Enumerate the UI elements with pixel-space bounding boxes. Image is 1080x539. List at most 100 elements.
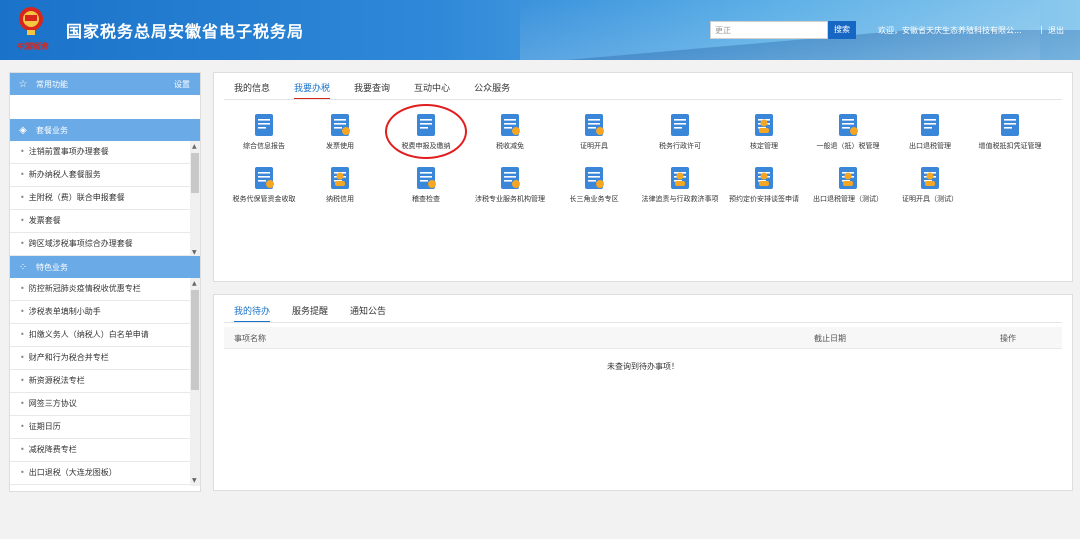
function-assessment[interactable]: 核定管理 xyxy=(724,113,804,152)
sidebar-item[interactable]: • 网签三方协议 xyxy=(10,393,200,416)
function-fund-custody[interactable]: 税务代保管资金收取 xyxy=(224,166,304,205)
tax-credit-icon xyxy=(328,166,352,190)
tab-notices[interactable]: 通知公告 xyxy=(350,304,386,323)
scroll-thumb[interactable] xyxy=(191,290,199,390)
function-pricing-arrangement[interactable]: 预约定价安排谈签申请 xyxy=(724,166,804,205)
package-scrollbar[interactable]: ▲ ▼ xyxy=(190,141,200,258)
function-label: 法律追责与行政救济事项 xyxy=(641,195,719,203)
common-functions-header[interactable]: ☆ 常用功能 设置 xyxy=(10,73,200,95)
sidebar-item-label: 发票套餐 xyxy=(28,216,61,225)
function-admin-permit[interactable]: 税务行政许可 xyxy=(640,113,720,152)
bullet-icon: • xyxy=(20,445,25,454)
function-yangtze-delta[interactable]: 长三角业务专区 xyxy=(554,166,634,205)
tab-public-service[interactable]: 公众服务 xyxy=(474,81,510,100)
function-audit-inspection[interactable]: 稽查检查 xyxy=(386,166,466,205)
sidebar-item[interactable]: • 扣缴义务人（纳税人）白名单申请 xyxy=(10,324,200,347)
top-banner: 中国税务 国家税务总局安徽省电子税务局 更正 搜索 欢迎，安徽省天庆生态养殖科技… xyxy=(0,0,1080,60)
function-label: 一般退（抵）税管理 xyxy=(816,142,880,150)
tab-my-todo[interactable]: 我的待办 xyxy=(234,304,271,323)
function-label: 发票使用 xyxy=(326,142,354,150)
sidebar-item-label: 主附税（费）联合申报套餐 xyxy=(28,193,125,202)
function-label: 核定管理 xyxy=(750,142,778,150)
function-export-refund[interactable]: 出口退税管理 xyxy=(890,113,970,152)
sidebar-item[interactable]: • 新办纳税人套餐服务 xyxy=(10,164,200,187)
sidebar: ☆ 常用功能 设置 ◈ 套餐业务 • 注销前置事项办理套餐 • 新办纳税人套餐服务 … xyxy=(9,72,201,492)
function-comprehensive-report[interactable]: 综合信息报告 xyxy=(224,113,304,152)
package-header[interactable]: ◈ 套餐业务 xyxy=(10,119,200,141)
logo-text: 中国税务 xyxy=(16,41,48,51)
certificate-test-icon xyxy=(918,166,942,190)
column-deadline: 截止日期 xyxy=(814,334,846,343)
common-functions-title: 常用功能 xyxy=(36,79,68,89)
function-label: 稽查检查 xyxy=(412,195,440,203)
bullet-icon: • xyxy=(20,147,25,156)
sidebar-item-label: 涉税表单填制小助手 xyxy=(28,307,101,316)
logout-link[interactable]: 退出 xyxy=(1048,25,1064,36)
function-certificate-test[interactable]: 证明开具（测试） xyxy=(890,166,970,205)
comprehensive-report-icon xyxy=(252,113,276,137)
sidebar-item[interactable]: • 主附税（费）联合申报套餐 xyxy=(10,187,200,210)
function-label: 税务行政许可 xyxy=(659,142,701,150)
sidebar-item[interactable]: • 出口退税（大连龙图板） xyxy=(10,462,200,485)
special-list: • 防控新冠肺炎疫情税收优惠专栏 • 涉税表单填制小助手 • 扣缴义务人（纳税人）白名… xyxy=(10,278,200,486)
function-certificate[interactable]: 证明开具 xyxy=(554,113,634,152)
sidebar-item[interactable]: • 涉税表单填制小助手 xyxy=(10,301,200,324)
bullet-icon: • xyxy=(20,307,25,316)
function-refund-management[interactable]: 一般退（抵）税管理 xyxy=(808,113,888,152)
sidebar-item[interactable]: • 新资源税法专栏 xyxy=(10,370,200,393)
main-tabs: 我的信息 我要办税 我要查询 互动中心 公众服务 xyxy=(234,81,534,100)
package-title: 套餐业务 xyxy=(36,125,68,135)
special-scrollbar[interactable]: ▲ ▼ xyxy=(190,278,200,486)
settings-link[interactable]: 设置 xyxy=(174,79,190,90)
bullet-icon: • xyxy=(20,216,25,225)
special-header[interactable]: ⁘ 特色业务 xyxy=(10,256,200,278)
function-tax-credit[interactable]: 纳税信用 xyxy=(300,166,380,205)
welcome-user[interactable]: 欢迎，安徽省天庆生态养殖科技有限公... xyxy=(878,25,1022,36)
bullet-icon: • xyxy=(20,353,25,362)
function-professional-service[interactable]: 涉税专业服务机构管理 xyxy=(470,166,550,205)
tab-tax-handling[interactable]: 我要办税 xyxy=(294,81,331,100)
grid-icon: ⁘ xyxy=(18,261,28,273)
function-label: 长三角业务专区 xyxy=(569,195,619,203)
sidebar-item[interactable]: • 防控新冠肺炎疫情税收优惠专栏 xyxy=(10,278,200,301)
sidebar-item-label: 新办纳税人套餐服务 xyxy=(28,170,101,179)
professional-service-icon xyxy=(498,166,522,190)
function-label: 综合信息报告 xyxy=(243,142,285,150)
function-label: 涉税专业服务机构管理 xyxy=(475,195,545,203)
search-input[interactable]: 更正 xyxy=(710,21,828,39)
scroll-down-icon[interactable]: ▼ xyxy=(192,477,197,484)
highlight-circle xyxy=(385,104,467,159)
tab-query[interactable]: 我要查询 xyxy=(354,81,390,100)
sidebar-item-label: 新资源税法专栏 xyxy=(28,376,85,385)
scroll-thumb[interactable] xyxy=(191,153,199,193)
sidebar-item[interactable]: • 征期日历 xyxy=(10,416,200,439)
scroll-up-icon[interactable]: ▲ xyxy=(192,143,197,150)
tab-my-info[interactable]: 我的信息 xyxy=(234,81,270,100)
sidebar-item[interactable]: • 减税降费专栏 xyxy=(10,439,200,462)
package-list: • 注销前置事项办理套餐 • 新办纳税人套餐服务 • 主附税（费）联合申报套餐 • 发票… xyxy=(10,141,200,258)
sidebar-item[interactable]: • 发票套餐 xyxy=(10,210,200,233)
sidebar-item[interactable]: • 财产和行为税合并专栏 xyxy=(10,347,200,370)
function-export-refund-test[interactable]: 出口退税管理（测试） xyxy=(808,166,888,205)
function-invoice-use[interactable]: 发票使用 xyxy=(300,113,380,152)
scroll-down-icon[interactable]: ▼ xyxy=(192,249,197,256)
function-label: 预约定价安排谈签申请 xyxy=(729,195,799,203)
search-button[interactable]: 搜索 xyxy=(828,21,856,39)
sidebar-item[interactable]: • 注销前置事项办理套餐 xyxy=(10,141,200,164)
tab-service-reminder[interactable]: 服务提醒 xyxy=(292,304,328,323)
sidebar-item-label: 出口退税（大连龙图板） xyxy=(28,468,117,477)
bullet-icon: • xyxy=(20,284,25,293)
star-icon: ☆ xyxy=(18,78,28,90)
tab-interaction[interactable]: 互动中心 xyxy=(414,81,450,100)
tax-reduction-icon xyxy=(498,113,522,137)
sidebar-item[interactable]: • 跨区域涉税事项综合办理套餐 xyxy=(10,233,200,256)
todo-tab-divider xyxy=(224,322,1062,323)
function-tax-reduction[interactable]: 税收减免 xyxy=(470,113,550,152)
function-legal-remedy[interactable]: 法律追责与行政救济事项 xyxy=(640,166,720,205)
todo-table-header: 事项名称 截止日期 操作 xyxy=(224,327,1062,349)
function-label: 出口退税管理（测试） xyxy=(813,195,883,203)
function-vat-deduction[interactable]: 增值税抵扣凭证管理 xyxy=(970,113,1050,152)
scroll-up-icon[interactable]: ▲ xyxy=(192,280,197,287)
fund-custody-icon xyxy=(252,166,276,190)
sidebar-item-label: 征期日历 xyxy=(28,422,61,431)
